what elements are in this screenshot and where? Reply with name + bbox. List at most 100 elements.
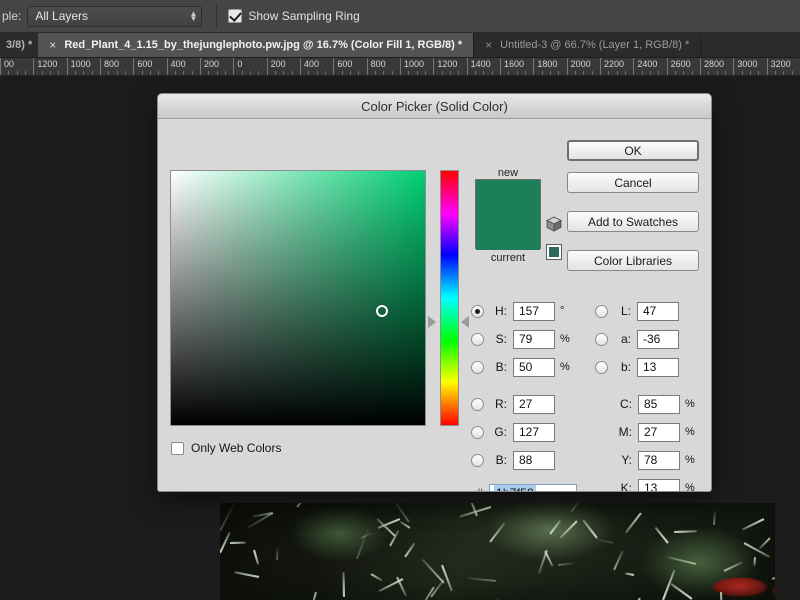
color-libraries-button[interactable]: Color Libraries [567, 250, 699, 271]
hex-field-row[interactable]: # 1b7f58 [471, 483, 577, 491]
cmyk-c-row[interactable]: C: 85% [614, 394, 695, 414]
ruler-minor-tick [441, 71, 443, 75]
hsb-s-radio[interactable] [471, 332, 484, 346]
rgb-r-input[interactable]: 27 [513, 394, 555, 414]
cmyk-k-input[interactable]: 13 [638, 478, 680, 491]
rgb-b-radio[interactable] [471, 453, 484, 467]
ruler-minor-tick [91, 71, 93, 75]
image-detail [370, 572, 384, 582]
web-safe-cube-icon[interactable] [546, 216, 562, 232]
lab-a-row[interactable]: a: -36 [595, 329, 679, 349]
ruler-minor-tick [575, 71, 576, 75]
lab-L-radio[interactable] [595, 304, 608, 318]
ruler-minor-tick [316, 71, 318, 75]
ruler-minor-tick [591, 71, 593, 75]
image-detail [489, 522, 506, 543]
hsb-b-radio[interactable] [471, 360, 484, 374]
lab-b-input[interactable]: 13 [637, 357, 679, 377]
cmyk-y-row[interactable]: Y: 78% [614, 450, 695, 470]
hsb-b-row[interactable]: B: 50% [471, 357, 570, 377]
lab-L-input[interactable]: 47 [637, 301, 679, 321]
image-detail [220, 503, 236, 532]
image-detail [759, 537, 771, 550]
rgb-g-radio[interactable] [471, 425, 484, 439]
hue-slider-arrow-right-icon[interactable] [461, 316, 469, 328]
document-tab-active[interactable]: × Red_Plant_4_1.15_by_thejunglephoto.pw.… [38, 33, 475, 57]
document-tab-bar: 3/8) * × Red_Plant_4_1.15_by_thejungleph… [0, 33, 800, 58]
horizontal-ruler[interactable]: 00 1200 1000 800 600 400 200 0 200 400 600 800 1000 1… [0, 58, 800, 76]
saturation-value-field[interactable] [170, 170, 426, 426]
image-detail [467, 577, 496, 583]
ruler-minor-tick [541, 71, 543, 75]
cancel-button[interactable]: Cancel [567, 172, 699, 193]
hsb-b-input[interactable]: 50 [513, 357, 555, 377]
lab-L-row[interactable]: L: 47 [595, 301, 679, 321]
ruler-minor-tick [783, 71, 785, 75]
sample-dropdown[interactable]: All Layers ▲ ▼ [27, 5, 203, 27]
rgb-r-radio[interactable] [471, 397, 484, 411]
hsb-s-label: S: [495, 332, 507, 346]
hue-strip[interactable] [440, 170, 459, 426]
new-color-swatch[interactable] [476, 180, 540, 250]
image-detail [296, 503, 307, 508]
image-detail [310, 591, 318, 600]
ruler-minor-tick [525, 71, 526, 75]
lab-a-radio[interactable] [595, 332, 608, 346]
rgb-b-label: B: [495, 453, 507, 467]
options-bar: ple: All Layers ▲ ▼ Show Sampling Ring [0, 0, 800, 33]
close-icon[interactable]: × [485, 38, 492, 52]
rgb-r-row[interactable]: R: 27 [471, 394, 555, 414]
image-detail [720, 591, 724, 600]
ruler-minor-tick [241, 71, 243, 75]
image-detail [234, 571, 260, 578]
rgb-g-input[interactable]: 127 [513, 422, 555, 442]
ruler-minor-tick [716, 71, 718, 75]
web-safe-color-swatch[interactable] [546, 244, 562, 260]
close-icon[interactable]: × [49, 38, 56, 52]
ok-button[interactable]: OK [567, 140, 699, 161]
ruler-minor-tick [183, 71, 185, 75]
document-image [220, 503, 775, 600]
hsb-h-input[interactable]: 157 [513, 301, 555, 321]
add-to-swatches-button[interactable]: Add to Swatches [567, 211, 699, 232]
cmyk-y-input[interactable]: 78 [638, 450, 680, 470]
lab-b-row[interactable]: b: 13 [595, 357, 679, 377]
ruler-tick: 1400 [466, 58, 491, 75]
image-detail [356, 528, 370, 560]
only-web-colors-label: Only Web Colors [191, 441, 282, 455]
ruler-minor-tick [516, 71, 518, 75]
cmyk-k-row[interactable]: K: 13% [614, 478, 695, 491]
only-web-colors-checkbox[interactable]: Only Web Colors [171, 441, 281, 455]
hue-slider-arrow-left-icon[interactable] [428, 316, 436, 328]
lab-a-input[interactable]: -36 [637, 329, 679, 349]
rgb-b-row[interactable]: B: 88 [471, 450, 555, 470]
lab-a-label: a: [620, 332, 631, 346]
hsb-h-radio[interactable] [471, 304, 484, 318]
hsb-s-input[interactable]: 79 [513, 329, 555, 349]
lab-b-radio[interactable] [595, 360, 608, 374]
rgb-g-label: G: [494, 425, 507, 439]
hex-input[interactable]: 1b7f58 [489, 483, 577, 491]
ruler-minor-tick [675, 71, 676, 75]
image-detail [741, 518, 765, 531]
show-sampling-ring-checkbox[interactable]: Show Sampling Ring [228, 9, 360, 23]
image-detail [625, 512, 642, 534]
hsb-s-row[interactable]: S: 79% [471, 329, 570, 349]
rgb-b-input[interactable]: 88 [513, 450, 555, 470]
hsb-h-row[interactable]: H: 157 ° [471, 301, 564, 321]
document-tab-title: Untitled-3 @ 66.7% (Layer 1, RGB/8) * [500, 39, 690, 51]
hue-slider[interactable] [428, 170, 469, 426]
cmyk-m-row[interactable]: M: 27% [614, 422, 695, 442]
document-tab-inactive[interactable]: × Untitled-3 @ 66.7% (Layer 1, RGB/8) * [474, 33, 702, 57]
document-tab-title: Red_Plant_4_1.15_by_thejunglephoto.pw.jp… [64, 39, 463, 51]
cmyk-m-input[interactable]: 27 [638, 422, 680, 442]
web-safe-color-fill [549, 247, 559, 257]
hsb-h-label: H: [495, 304, 507, 318]
rgb-g-row[interactable]: G: 127 [471, 422, 555, 442]
ruler-tick: 1200 [433, 58, 457, 75]
color-preview-box[interactable] [475, 179, 541, 250]
saturation-value-marker-icon[interactable] [376, 305, 388, 317]
cmyk-c-input[interactable]: 85 [638, 394, 680, 414]
image-detail [612, 550, 624, 571]
ruler-minor-tick [341, 71, 343, 75]
